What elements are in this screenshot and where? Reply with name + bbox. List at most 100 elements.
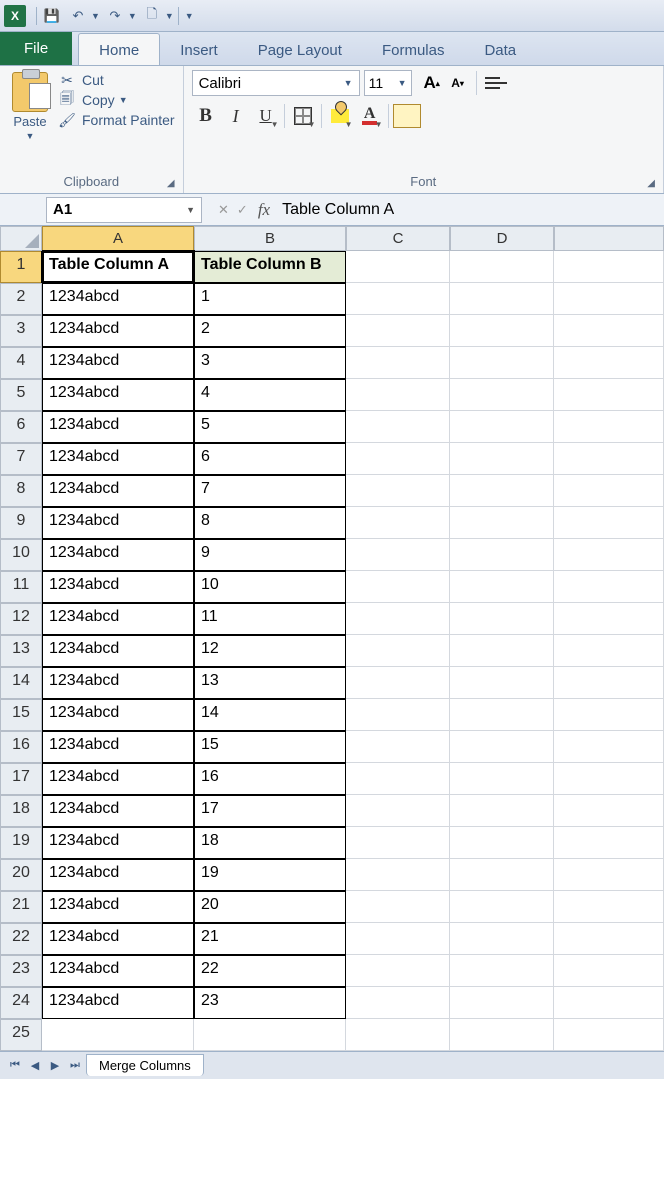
cell[interactable]: 1234abcd	[42, 379, 194, 411]
cell[interactable]	[450, 1019, 554, 1051]
cell[interactable]	[450, 859, 554, 891]
cell[interactable]	[346, 443, 450, 475]
row-header[interactable]: 22	[0, 923, 42, 955]
cell[interactable]	[346, 891, 450, 923]
row-header[interactable]: 5	[0, 379, 42, 411]
cell[interactable]: 1234abcd	[42, 283, 194, 315]
cell[interactable]	[42, 1019, 194, 1051]
cell[interactable]	[346, 411, 450, 443]
redo-icon[interactable]: ↷	[104, 5, 126, 27]
cell[interactable]: 1234abcd	[42, 571, 194, 603]
row-header[interactable]: 15	[0, 699, 42, 731]
cell[interactable]	[450, 731, 554, 763]
dialog-launcher-icon[interactable]: ◢	[647, 178, 655, 189]
cell[interactable]	[346, 347, 450, 379]
cell[interactable]	[554, 475, 664, 507]
paste-button[interactable]: Paste ▼	[8, 70, 52, 172]
cell[interactable]: 1234abcd	[42, 603, 194, 635]
row-header[interactable]: 25	[0, 1019, 42, 1051]
row-header[interactable]: 7	[0, 443, 42, 475]
cell[interactable]	[554, 603, 664, 635]
cell[interactable]	[450, 443, 554, 475]
cell[interactable]	[346, 507, 450, 539]
font-name-combo[interactable]: Calibri▼	[192, 70, 360, 96]
cell[interactable]	[450, 539, 554, 571]
underline-button[interactable]: U▼	[252, 102, 280, 130]
cell[interactable]	[450, 923, 554, 955]
cell[interactable]	[554, 859, 664, 891]
column-header[interactable]: A	[42, 226, 194, 251]
cell[interactable]	[346, 539, 450, 571]
column-header[interactable]: B	[194, 226, 346, 251]
grow-font-button[interactable]: A▴	[420, 71, 444, 95]
row-header[interactable]: 3	[0, 315, 42, 347]
italic-button[interactable]: I	[222, 102, 250, 130]
cell[interactable]	[554, 731, 664, 763]
cell[interactable]: 1234abcd	[42, 763, 194, 795]
column-header[interactable]: C	[346, 226, 450, 251]
cell[interactable]	[450, 475, 554, 507]
row-header[interactable]: 14	[0, 667, 42, 699]
wrap-text-button[interactable]	[393, 102, 421, 130]
cell[interactable]	[554, 923, 664, 955]
sheet-nav-next-icon[interactable]: ▶	[46, 1057, 64, 1075]
sheet-nav-last-icon[interactable]: ⏭	[66, 1057, 84, 1075]
cell[interactable]: 13	[194, 667, 346, 699]
row-header[interactable]: 18	[0, 795, 42, 827]
cell[interactable]: 18	[194, 827, 346, 859]
cell[interactable]	[450, 379, 554, 411]
cell[interactable]: 1234abcd	[42, 539, 194, 571]
cell[interactable]	[450, 315, 554, 347]
row-header[interactable]: 13	[0, 635, 42, 667]
cell[interactable]: 5	[194, 411, 346, 443]
cell[interactable]: 17	[194, 795, 346, 827]
cell[interactable]: 8	[194, 507, 346, 539]
cell[interactable]	[346, 699, 450, 731]
cell[interactable]	[450, 763, 554, 795]
cut-button[interactable]: ✂Cut	[58, 72, 175, 88]
cell[interactable]	[450, 635, 554, 667]
copy-button[interactable]: 🗐Copy▼	[58, 92, 175, 108]
row-header[interactable]: 21	[0, 891, 42, 923]
cell[interactable]	[554, 443, 664, 475]
cell[interactable]: 16	[194, 763, 346, 795]
paste-dropdown-icon[interactable]: ▼	[26, 131, 35, 141]
cell[interactable]: 1	[194, 283, 346, 315]
column-header[interactable]: D	[450, 226, 554, 251]
redo-dropdown-icon[interactable]: ▼	[128, 11, 137, 21]
cell[interactable]: 12	[194, 635, 346, 667]
cell[interactable]: 1234abcd	[42, 859, 194, 891]
cell[interactable]: 15	[194, 731, 346, 763]
cell[interactable]	[450, 411, 554, 443]
align-icon[interactable]	[483, 72, 509, 94]
tab-page-layout[interactable]: Page Layout	[238, 34, 362, 65]
cell[interactable]: 1234abcd	[42, 699, 194, 731]
cell[interactable]	[346, 315, 450, 347]
cell[interactable]	[346, 955, 450, 987]
copy-dropdown-icon[interactable]: ▼	[119, 95, 128, 105]
cell[interactable]	[554, 539, 664, 571]
tab-formulas[interactable]: Formulas	[362, 34, 465, 65]
cell[interactable]	[450, 987, 554, 1019]
cell[interactable]: 11	[194, 603, 346, 635]
row-header[interactable]: 23	[0, 955, 42, 987]
print-preview-icon[interactable]: 🗋	[141, 5, 163, 27]
row-header[interactable]: 8	[0, 475, 42, 507]
cell[interactable]	[450, 251, 554, 283]
cell[interactable]	[346, 827, 450, 859]
cell[interactable]: 10	[194, 571, 346, 603]
cell[interactable]	[450, 795, 554, 827]
row-header[interactable]: 16	[0, 731, 42, 763]
cell[interactable]	[450, 827, 554, 859]
cell[interactable]: 1234abcd	[42, 315, 194, 347]
row-header[interactable]: 4	[0, 347, 42, 379]
cell[interactable]	[554, 571, 664, 603]
tab-data[interactable]: Data	[464, 34, 536, 65]
cell[interactable]: 19	[194, 859, 346, 891]
cell[interactable]	[450, 347, 554, 379]
cell[interactable]	[346, 859, 450, 891]
row-header[interactable]: 20	[0, 859, 42, 891]
undo-dropdown-icon[interactable]: ▼	[91, 11, 100, 21]
cell[interactable]	[554, 315, 664, 347]
borders-button[interactable]: ▼	[289, 102, 317, 130]
